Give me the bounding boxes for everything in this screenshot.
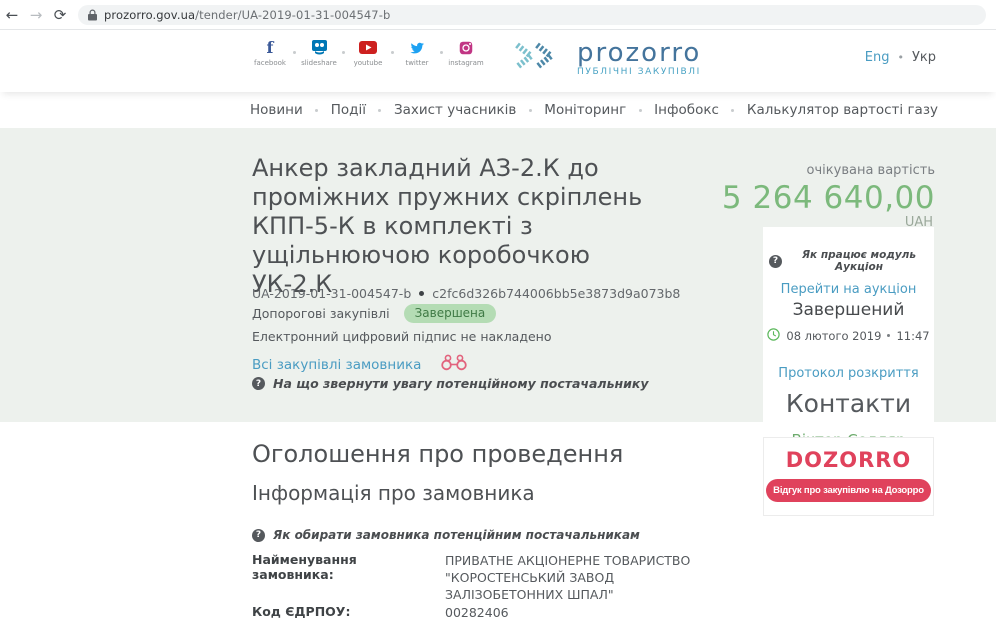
go-to-auction-link[interactable]: Перейти на аукціон bbox=[763, 282, 934, 297]
lang-ukr-label[interactable]: Укр bbox=[912, 50, 936, 65]
supplier-advice-link[interactable]: ? На що звернути увагу потенційному пост… bbox=[252, 376, 649, 391]
prozorro-logo[interactable]: prozorro ПУБЛІЧНІ ЗАКУПІВЛІ bbox=[511, 38, 701, 78]
social-label: facebook bbox=[254, 59, 286, 67]
separator-dot bbox=[315, 109, 318, 112]
tender-title: Анкер закладний АЗ-2.К до проміжних пруж… bbox=[252, 154, 662, 299]
expected-value-label: очікувана вартість bbox=[700, 163, 935, 178]
browser-toolbar: ← → ⟳ prozorro.gov.ua/tender/UA-2019-01-… bbox=[0, 0, 996, 30]
separator-dot bbox=[887, 334, 890, 337]
social-label: twitter bbox=[405, 59, 428, 67]
nav-item-monitoring[interactable]: Моніторинг bbox=[544, 102, 626, 118]
dozorro-feedback-button[interactable]: Відгук про закупівлю на Дозорро bbox=[766, 479, 931, 502]
question-icon: ? bbox=[252, 529, 265, 542]
separator-dot bbox=[419, 291, 424, 296]
address-bar[interactable]: prozorro.gov.ua/tender/UA-2019-01-31-004… bbox=[78, 5, 986, 25]
lang-eng-link[interactable]: Eng bbox=[865, 50, 890, 65]
logo-text: prozorro ПУБЛІЧНІ ЗАКУПІВЛІ bbox=[577, 40, 701, 77]
question-icon: ? bbox=[769, 255, 782, 268]
disclosure-protocol-link[interactable]: Протокол розкриття bbox=[763, 366, 934, 381]
nav-item-events[interactable]: Події bbox=[331, 102, 366, 118]
contacts-title: Контакти bbox=[763, 389, 934, 418]
signature-note: Електронний цифровий підпис не накладено bbox=[252, 329, 552, 344]
main-navigation: Новини Події Захист учасників Моніторинг… bbox=[0, 92, 996, 128]
edrpou-label: Код ЄДРПОУ: bbox=[252, 604, 442, 619]
social-label: youtube bbox=[354, 59, 383, 67]
buyer-info-subheading: Інформація про замовника bbox=[252, 481, 535, 505]
twitter-link[interactable]: twitter bbox=[395, 39, 439, 67]
separator-dot: • bbox=[897, 51, 904, 64]
logo-title: prozorro bbox=[577, 40, 701, 66]
expected-value-amount: 5 264 640,00 bbox=[700, 181, 935, 215]
nav-item-infobox[interactable]: Інфобокс bbox=[654, 102, 719, 118]
auction-datetime: 08 лютого 2019 11:47 bbox=[763, 326, 934, 345]
social-label: slideshare bbox=[301, 59, 337, 67]
url-domain: prozorro.gov.ua bbox=[104, 8, 195, 22]
site-header: f facebook slideshare youtube bbox=[0, 30, 996, 92]
slideshare-link[interactable]: slideshare bbox=[297, 39, 341, 67]
auction-date: 08 лютого 2019 bbox=[786, 329, 881, 343]
separator-dot bbox=[529, 109, 532, 112]
edrpou-value: 00282406 bbox=[445, 604, 703, 621]
forward-icon[interactable]: → bbox=[24, 6, 48, 24]
procedure-line: Допорогові закупівлі Завершена bbox=[252, 304, 496, 323]
announcement-heading: Оголошення про проведення bbox=[252, 440, 623, 468]
binoculars-icon[interactable] bbox=[439, 354, 469, 375]
instagram-link[interactable]: instagram bbox=[444, 39, 488, 67]
advice-text: На що звернути увагу потенційному постач… bbox=[273, 376, 649, 391]
twitter-icon bbox=[409, 39, 425, 56]
youtube-link[interactable]: youtube bbox=[346, 39, 390, 67]
auction-card: ? Як працює модуль Аукціон Перейти на ау… bbox=[763, 227, 934, 432]
clock-icon bbox=[767, 326, 780, 345]
all-purchases-link[interactable]: Всі закупівлі замовника bbox=[252, 357, 421, 373]
auction-module-help-link[interactable]: ? Як працює модуль Аукціон bbox=[769, 249, 928, 273]
buyer-name-label: Найменування замовника: bbox=[252, 552, 442, 582]
facebook-icon: f bbox=[267, 39, 274, 56]
separator-dot bbox=[293, 51, 296, 54]
separator-dot bbox=[731, 109, 734, 112]
separator-dot bbox=[391, 51, 394, 54]
youtube-icon bbox=[359, 39, 377, 56]
dozorro-card: DOZORRO Відгук про закупівлю на Дозорро bbox=[763, 437, 934, 516]
facebook-link[interactable]: f facebook bbox=[248, 39, 292, 67]
separator-dot bbox=[342, 51, 345, 54]
auction-time: 11:47 bbox=[896, 329, 929, 343]
separator-dot bbox=[378, 109, 381, 112]
status-badge: Завершена bbox=[404, 304, 497, 323]
tender-id-line: UA-2019-01-31-004547-b c2fc6d326b744006b… bbox=[252, 286, 680, 301]
nav-item-protection[interactable]: Захист учасників bbox=[394, 102, 516, 118]
instagram-icon bbox=[459, 39, 473, 56]
buyer-help-text: Як обирати замовника потенційним постача… bbox=[273, 528, 640, 542]
auction-help-text: Як працює модуль Аукціон bbox=[790, 249, 928, 273]
buyer-name-value: ПРИВАТНЕ АКЦІОНЕРНЕ ТОВАРИСТВО "КОРОСТЕН… bbox=[445, 552, 703, 603]
purchases-line: Всі закупівлі замовника bbox=[252, 354, 469, 375]
tender-id: UA-2019-01-31-004547-b bbox=[252, 286, 411, 301]
dozorro-logo[interactable]: DOZORRO bbox=[764, 448, 933, 472]
page: ← → ⟳ prozorro.gov.ua/tender/UA-2019-01-… bbox=[0, 0, 996, 621]
procedure-type: Допорогові закупівлі bbox=[252, 306, 390, 321]
nav-item-gas-calculator[interactable]: Калькулятор вартості газу bbox=[747, 102, 938, 118]
social-links: f facebook slideshare youtube bbox=[248, 39, 488, 67]
separator-dot bbox=[440, 51, 443, 54]
auction-status: Завершений bbox=[763, 300, 934, 320]
question-icon: ? bbox=[252, 377, 265, 390]
tender-hash: c2fc6d326b744006bb5e3873d9a073b8 bbox=[432, 286, 680, 301]
expected-value-block: очікувана вартість 5 264 640,00 UAH bbox=[700, 163, 935, 230]
logo-subtitle: ПУБЛІЧНІ ЗАКУПІВЛІ bbox=[577, 67, 701, 77]
url-path: /tender/UA-2019-01-31-004547-b bbox=[195, 8, 390, 22]
back-icon[interactable]: ← bbox=[0, 6, 24, 24]
social-label: instagram bbox=[448, 59, 484, 67]
buyer-selection-help-link[interactable]: ? Як обирати замовника потенційним поста… bbox=[252, 528, 640, 542]
refresh-icon[interactable]: ⟳ bbox=[48, 6, 72, 24]
slideshare-icon bbox=[311, 39, 328, 56]
separator-dot bbox=[639, 109, 642, 112]
nav-item-news[interactable]: Новини bbox=[250, 102, 303, 118]
language-switcher: Eng • Укр bbox=[865, 50, 936, 65]
prozorro-chevrons-icon bbox=[511, 38, 567, 78]
lock-icon bbox=[88, 9, 97, 21]
